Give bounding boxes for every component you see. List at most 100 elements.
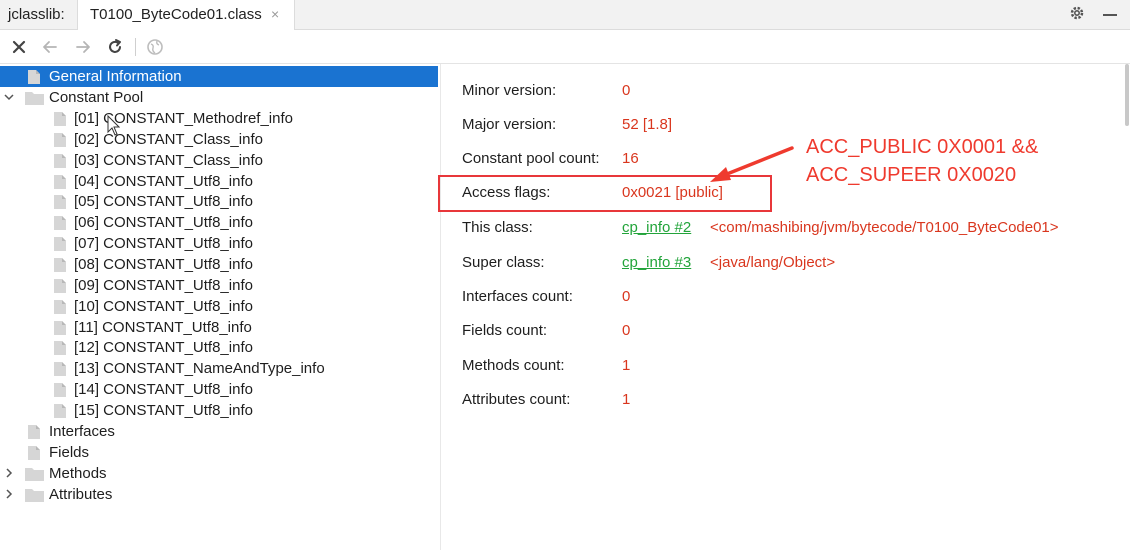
tab-bar: jclasslib: T0100_ByteCode01.class × (0, 0, 1130, 30)
tree-item-constant[interactable]: [03] CONSTANT_Class_info (0, 150, 440, 171)
tree-item-constant[interactable]: [15] CONSTANT_Utf8_info (0, 400, 440, 421)
chevron-right-icon[interactable] (4, 468, 14, 478)
file-icon (54, 258, 66, 272)
tree-item-label[interactable]: Constant Pool (49, 89, 143, 106)
tree-item-constant[interactable]: [04] CONSTANT_Utf8_info (0, 171, 440, 192)
tree-item-label[interactable]: [15] CONSTANT_Utf8_info (74, 402, 253, 419)
annotation-line-1: ACC_PUBLIC 0X0001 && (806, 136, 1039, 158)
tab-title[interactable]: T0100_ByteCode01.class (90, 6, 262, 23)
tree-item-label[interactable]: [05] CONSTANT_Utf8_info (74, 193, 253, 210)
tree-item-constant-pool[interactable]: Constant Pool (0, 87, 440, 108)
detail-label: Methods count: (462, 357, 565, 374)
tree-item-label[interactable]: [06] CONSTANT_Utf8_info (74, 214, 253, 231)
tree-item-constant[interactable]: [06] CONSTANT_Utf8_info (0, 212, 440, 233)
toolbar (0, 30, 1130, 64)
forward-arrow-icon[interactable] (74, 38, 92, 56)
detail-label: Attributes count: (462, 391, 571, 408)
chevron-down-icon[interactable] (4, 92, 14, 102)
panel-divider[interactable] (440, 64, 441, 550)
tree-item-label[interactable]: Methods (49, 465, 107, 482)
globe-icon[interactable] (146, 38, 164, 56)
tree-item-fields[interactable]: Fields (0, 442, 440, 463)
chevron-right-icon[interactable] (4, 489, 14, 499)
tree-item-constant[interactable]: [02] CONSTANT_Class_info (0, 129, 440, 150)
tree-item-constant[interactable]: [12] CONSTANT_Utf8_info (0, 337, 440, 358)
tree-item-constant[interactable]: [01] CONSTANT_Methodref_info (0, 108, 440, 129)
folder-icon (25, 489, 44, 502)
cp-info-link[interactable]: cp_info #2 (622, 219, 691, 236)
tree-item-label[interactable]: [12] CONSTANT_Utf8_info (74, 339, 253, 356)
detail-value: 1 (622, 357, 631, 374)
file-icon (54, 278, 66, 293)
annotation-arrow (710, 146, 794, 182)
refresh-icon[interactable] (106, 38, 124, 56)
detail-value: 1 (622, 391, 631, 408)
tree-item-label[interactable]: Fields (49, 444, 89, 461)
tree-item-constant[interactable]: [07] CONSTANT_Utf8_info (0, 233, 440, 254)
detail-value: 0 (622, 288, 631, 305)
tree-item-label[interactable]: Interfaces (49, 423, 115, 440)
file-icon (54, 153, 66, 168)
tree-item-constant[interactable]: [14] CONSTANT_Utf8_info (0, 379, 440, 400)
file-icon (54, 341, 66, 356)
annotation-line-2: ACC_SUPEER 0X0020 (806, 164, 1017, 186)
tree-item-general-information[interactable]: General Information (0, 66, 440, 87)
tree-item-label[interactable]: [04] CONSTANT_Utf8_info (74, 173, 253, 190)
tab-close-icon[interactable]: × (271, 6, 279, 22)
back-arrow-icon[interactable] (41, 38, 59, 56)
tree-item-methods[interactable]: Methods (0, 463, 440, 484)
file-icon (54, 383, 66, 398)
tree-item-label[interactable]: [13] CONSTANT_NameAndType_info (74, 360, 325, 377)
file-icon (54, 195, 66, 210)
tree-item-label[interactable]: [09] CONSTANT_Utf8_info (74, 277, 253, 294)
tree-item-label[interactable]: [03] CONSTANT_Class_info (74, 152, 263, 169)
file-icon (54, 403, 66, 418)
tree-item-constant[interactable]: [05] CONSTANT_Utf8_info (0, 191, 440, 212)
class-ref: <java/lang/Object> (710, 254, 836, 271)
tree-item-label[interactable]: [07] CONSTANT_Utf8_info (74, 235, 253, 252)
detail-label: Constant pool count: (462, 150, 600, 167)
tree-item-constant[interactable]: [13] CONSTANT_NameAndType_info (0, 358, 440, 379)
class-tree: General Information Constant Pool [01] C… (0, 64, 440, 550)
tree-item-label[interactable]: [11] CONSTANT_Utf8_info (74, 319, 252, 336)
folder-icon (25, 92, 44, 105)
file-icon (28, 425, 40, 439)
tree-item-label[interactable]: [02] CONSTANT_Class_info (74, 131, 263, 148)
file-icon (54, 174, 66, 189)
tree-item-label[interactable]: Attributes (49, 486, 112, 503)
tree-item-interfaces[interactable]: Interfaces (0, 421, 440, 442)
toolbar-separator (135, 38, 136, 56)
detail-label: Minor version: (462, 82, 557, 99)
class-ref: <com/mashibing/jvm/bytecode/T0100_ByteCo… (710, 219, 1059, 236)
cp-info-link[interactable]: cp_info #3 (622, 254, 691, 271)
detail-label: Major version: (462, 116, 557, 133)
app-label: jclasslib: (8, 6, 65, 23)
folder-icon (25, 468, 44, 481)
tree-item-label[interactable]: [10] CONSTANT_Utf8_info (74, 298, 253, 315)
tree-item-label[interactable]: [08] CONSTANT_Utf8_info (74, 256, 253, 273)
tree-item-constant[interactable]: [09] CONSTANT_Utf8_info (0, 275, 440, 296)
tree-item-constant[interactable]: [08] CONSTANT_Utf8_info (0, 254, 440, 275)
detail-label: Fields count: (462, 322, 548, 339)
file-tab[interactable]: T0100_ByteCode01.class × (77, 0, 295, 30)
file-icon (28, 446, 40, 460)
detail-value: 16 (622, 150, 639, 167)
file-icon (54, 299, 66, 314)
tree-item-attributes[interactable]: Attributes (0, 484, 440, 505)
detail-label: Interfaces count: (462, 288, 573, 305)
detail-label: This class: (462, 219, 533, 236)
tree-item-label[interactable]: General Information (49, 68, 182, 85)
scrollbar[interactable] (1125, 64, 1129, 126)
tree-item-constant[interactable]: [11] CONSTANT_Utf8_info (0, 317, 440, 338)
minimize-icon[interactable] (1103, 14, 1117, 16)
mouse-cursor-icon (107, 115, 120, 136)
tree-item-label[interactable]: [14] CONSTANT_Utf8_info (74, 381, 253, 398)
close-x-icon[interactable] (10, 38, 28, 56)
file-icon (54, 132, 66, 147)
tree-item-constant[interactable]: [10] CONSTANT_Utf8_info (0, 296, 440, 317)
file-icon (54, 237, 66, 252)
gear-icon[interactable] (1068, 4, 1086, 22)
detail-value: 0 (622, 82, 631, 99)
file-icon (54, 362, 66, 377)
file-icon (54, 320, 66, 335)
